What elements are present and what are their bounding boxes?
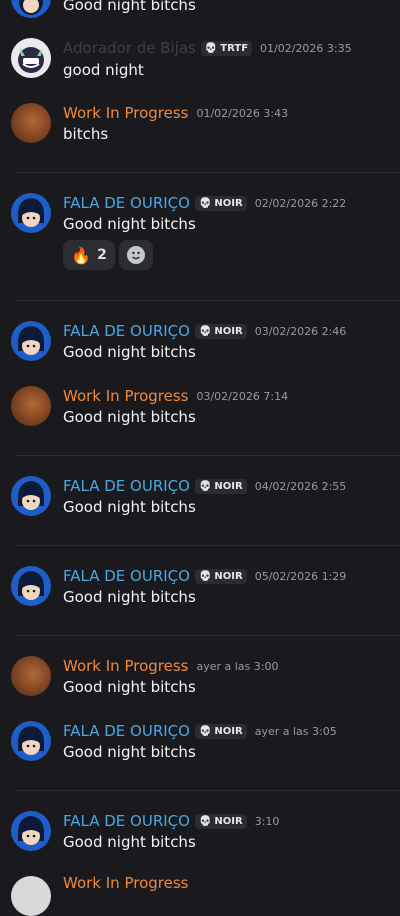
message-text: Good night bitchs	[63, 743, 196, 761]
message-divider	[16, 172, 400, 173]
message-text: Good night bitchs	[63, 833, 196, 851]
message-header: Work In Progress	[63, 873, 188, 893]
author-name[interactable]: Adorador de Bijas	[63, 39, 196, 57]
message-header: Work In Progress 01/02/2026 3:43	[63, 103, 288, 123]
message-text: Good night bitchs	[63, 588, 196, 606]
timestamp: 04/02/2026 2:55	[254, 479, 347, 493]
server-tag[interactable]: 💀 NOIR	[194, 813, 247, 829]
skull-icon: 💀	[198, 570, 212, 582]
timestamp: ayer a las 3:00	[196, 659, 279, 673]
message-header: FALA DE OURIÇO 💀 NOIR 02/02/2026 2:22	[63, 193, 346, 213]
message-divider	[16, 545, 400, 546]
message-header: Adorador de Bijas 💀 TRTF 01/02/2026 3:35	[63, 38, 352, 58]
avatar[interactable]	[11, 876, 51, 916]
timestamp: 03/02/2026 7:14	[196, 389, 289, 403]
server-tag-label: NOIR	[214, 570, 243, 582]
timestamp: 03/02/2026 2:46	[254, 324, 347, 338]
skull-icon: 💀	[198, 480, 212, 492]
author-name[interactable]: FALA DE OURIÇO	[63, 812, 190, 830]
server-tag-label: NOIR	[214, 197, 243, 209]
timestamp: 02/02/2026 2:22	[254, 196, 347, 210]
server-tag[interactable]: 💀 TRTF	[200, 40, 253, 56]
timestamp: 05/02/2026 1:29	[254, 569, 347, 583]
server-tag-label: NOIR	[214, 815, 243, 827]
avatar[interactable]	[11, 386, 51, 426]
author-name[interactable]: FALA DE OURIÇO	[63, 322, 190, 340]
server-tag[interactable]: 💀 NOIR	[194, 723, 247, 739]
message-header: FALA DE OURIÇO 💀 NOIR 03/02/2026 2:46	[63, 321, 346, 341]
avatar[interactable]	[11, 721, 51, 761]
author-name[interactable]: FALA DE OURIÇO	[63, 477, 190, 495]
message-header: FALA DE OURIÇO 💀 NOIR 05/02/2026 1:29	[63, 566, 346, 586]
author-name[interactable]: FALA DE OURIÇO	[63, 567, 190, 585]
skull-icon: 💀	[204, 42, 218, 54]
fire-emoji-icon: 🔥	[71, 245, 92, 265]
reaction-count: 2	[97, 247, 107, 263]
timestamp: 3:10	[254, 814, 280, 828]
server-tag[interactable]: 💀 NOIR	[194, 478, 247, 494]
avatar[interactable]	[11, 566, 51, 606]
author-name[interactable]: FALA DE OURIÇO	[63, 194, 190, 212]
message-text: Good night bitchs	[63, 678, 196, 696]
message-text: Good night bitchs	[63, 343, 196, 361]
avatar[interactable]	[11, 811, 51, 851]
message-header: FALA DE OURIÇO 💀 NOIR ayer a las 3:05	[63, 721, 337, 741]
server-tag[interactable]: 💀 NOIR	[194, 323, 247, 339]
add-reaction-button[interactable]	[119, 240, 153, 270]
message-text: Good night bitchs	[63, 498, 196, 516]
avatar[interactable]	[11, 476, 51, 516]
message-header: Work In Progress 03/02/2026 7:14	[63, 386, 288, 406]
avatar[interactable]	[11, 321, 51, 361]
avatar[interactable]	[11, 193, 51, 233]
message-divider	[16, 300, 400, 301]
message-header: FALA DE OURIÇO 💀 NOIR 3:10	[63, 811, 279, 831]
message-divider	[16, 455, 400, 456]
add-reaction-icon	[127, 246, 145, 264]
server-tag-label: TRTF	[220, 42, 249, 54]
message-text: Good night bitchs	[63, 0, 196, 14]
author-name[interactable]: Work In Progress	[63, 387, 188, 405]
skull-icon: 💀	[198, 725, 212, 737]
avatar[interactable]	[11, 103, 51, 143]
timestamp: 01/02/2026 3:43	[196, 106, 289, 120]
author-name[interactable]: FALA DE OURIÇO	[63, 722, 190, 740]
server-tag-label: NOIR	[214, 480, 243, 492]
skull-icon: 💀	[198, 325, 212, 337]
timestamp: 01/02/2026 3:35	[260, 41, 352, 55]
author-name[interactable]: Work In Progress	[63, 104, 188, 122]
skull-icon: 💀	[198, 197, 212, 209]
author-name[interactable]: Work In Progress	[63, 657, 188, 675]
message-divider	[16, 790, 400, 791]
avatar[interactable]	[11, 0, 51, 18]
message-text: Good night bitchs	[63, 408, 196, 426]
message-text: Good night bitchs	[63, 215, 196, 233]
server-tag[interactable]: 💀 NOIR	[194, 568, 247, 584]
server-tag-label: NOIR	[214, 325, 243, 337]
message-text: good night	[63, 61, 144, 79]
message-header: FALA DE OURIÇO 💀 NOIR 04/02/2026 2:55	[63, 476, 346, 496]
message-text: bitchs	[63, 125, 109, 143]
server-tag-label: NOIR	[214, 725, 243, 737]
timestamp: ayer a las 3:05	[254, 724, 337, 738]
server-tag[interactable]: 💀 NOIR	[194, 195, 247, 211]
reaction-fire[interactable]: 🔥 2	[63, 240, 115, 270]
message-header: Work In Progress ayer a las 3:00	[63, 656, 278, 676]
author-name[interactable]: Work In Progress	[63, 874, 188, 892]
avatar[interactable]	[11, 656, 51, 696]
skull-icon: 💀	[198, 815, 212, 827]
message-divider	[16, 635, 400, 636]
avatar[interactable]	[11, 38, 51, 78]
